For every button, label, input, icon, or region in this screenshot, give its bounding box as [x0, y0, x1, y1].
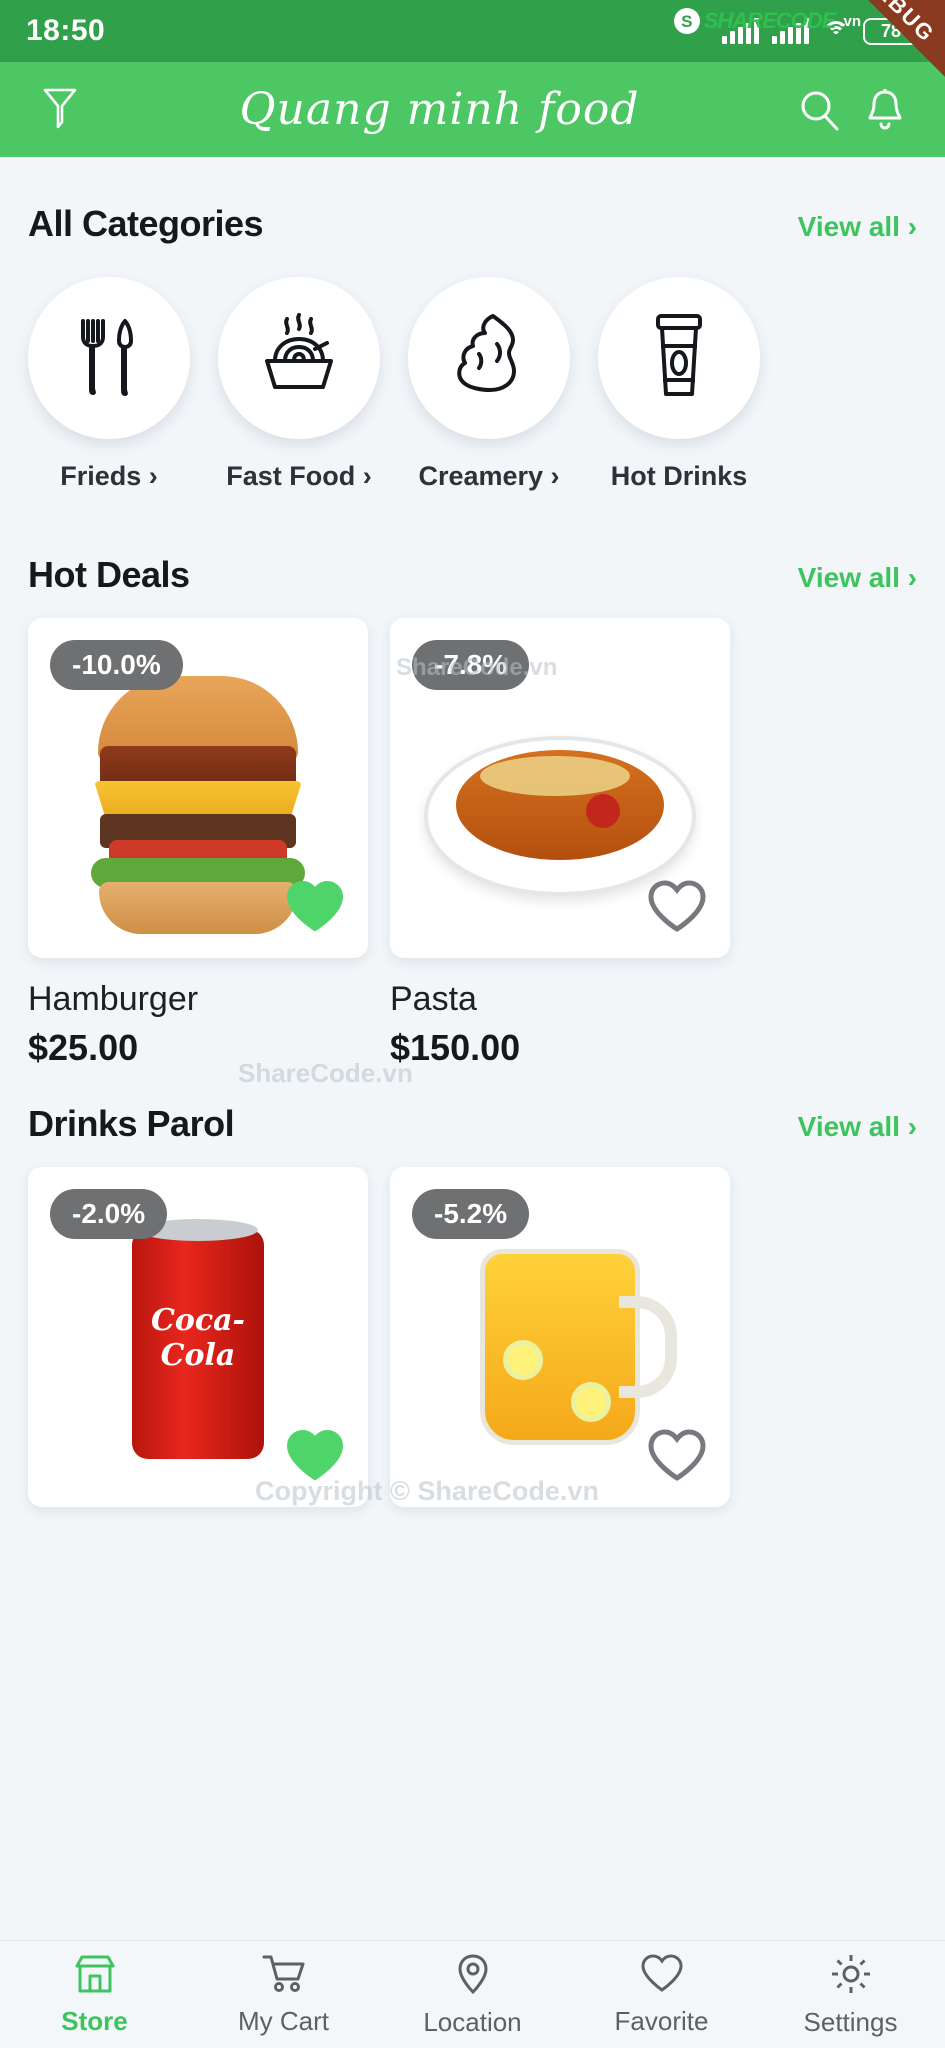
nav-label: Favorite	[614, 2005, 709, 2036]
heart-icon	[639, 1953, 685, 2000]
location-pin-icon	[454, 1952, 492, 2001]
ice-cream-swirl-icon	[449, 310, 529, 407]
bottom-navigation: Store My Cart Location Favorite Settings	[0, 1940, 945, 2048]
category-item-hot-drinks[interactable]: Hot Drinks	[598, 277, 760, 492]
cart-icon	[261, 1953, 307, 2000]
categories-scroller[interactable]: Frieds › Fast Food › Creamery › Hot Drin…	[0, 277, 945, 492]
product-card-coca-cola[interactable]: -2.0% Coca-Cola	[28, 1167, 368, 1507]
notification-bell-icon[interactable]	[857, 82, 913, 138]
category-icon-wrap	[28, 277, 190, 439]
section-title-hot-deals: Hot Deals	[28, 554, 190, 595]
status-bar: 18:50 78 S SHARECODE .vn DEBUG	[0, 0, 945, 90]
filter-funnel-icon[interactable]	[32, 82, 88, 138]
product-price: $150.00	[390, 1027, 521, 1068]
category-label: Frieds ›	[60, 461, 158, 491]
product-image-wrap: -7.8% ShareCode.vn	[390, 618, 730, 958]
discount-badge: -7.8%	[412, 640, 530, 690]
product-name: Pasta	[390, 980, 477, 1018]
nav-label: My Cart	[238, 2005, 329, 2036]
category-item-frieds[interactable]: Frieds ›	[28, 277, 190, 492]
sharecode-tld-text: .vn	[839, 12, 861, 30]
noodle-bowl-icon	[253, 311, 345, 406]
store-icon	[73, 1953, 117, 2000]
discount-badge: -2.0%	[50, 1189, 168, 1239]
view-all-hot-deals-link[interactable]: View all ›	[798, 562, 917, 594]
view-all-drinks-link[interactable]: View all ›	[798, 1111, 917, 1143]
status-time: 18:50	[26, 14, 106, 47]
category-icon-wrap	[598, 277, 760, 439]
category-item-fast-food[interactable]: Fast Food ›	[218, 277, 380, 492]
hot-deals-scroller[interactable]: -10.0% Hamburger $25.00 -7.8% ShareCode.…	[0, 618, 945, 1069]
section-title-drinks-parol: Drinks Parol	[28, 1103, 235, 1144]
coffee-cup-icon	[646, 310, 712, 407]
discount-badge: -10.0%	[50, 640, 183, 690]
discount-badge: -5.2%	[412, 1189, 530, 1239]
category-icon-wrap	[408, 277, 570, 439]
drinks-parol-scroller[interactable]: -2.0% Coca-Cola -5.2%	[0, 1167, 945, 1507]
search-icon[interactable]	[791, 82, 847, 138]
all-categories-header: All Categories View all ›	[0, 203, 945, 245]
category-label: Fast Food ›	[226, 461, 372, 491]
nav-item-store[interactable]: Store	[0, 1953, 189, 2037]
can-label: Coca-Cola	[150, 1303, 246, 1373]
fork-knife-icon	[72, 311, 146, 406]
product-card-hamburger[interactable]: -10.0% Hamburger $25.00	[28, 618, 368, 1069]
nav-label: Store	[61, 2005, 128, 2036]
nav-item-my-cart[interactable]: My Cart	[189, 1953, 378, 2037]
favorite-heart-icon[interactable]	[284, 1428, 346, 1489]
gear-icon	[829, 1952, 873, 2001]
product-image-wrap: -10.0%	[28, 618, 368, 958]
section-title-categories: All Categories	[28, 203, 264, 244]
sharecode-watermark-badge: S SHARECODE .vn	[673, 8, 861, 34]
favorite-heart-icon[interactable]	[646, 879, 708, 940]
nav-label: Settings	[803, 2006, 898, 2037]
product-card-juice[interactable]: -5.2%	[390, 1167, 730, 1507]
product-card-pasta[interactable]: -7.8% ShareCode.vn Pasta $150.00	[390, 618, 730, 1069]
sharecode-brand-text: SHARECODE	[703, 8, 837, 33]
category-label: Creamery ›	[418, 461, 560, 491]
page-title: Quang minh food	[239, 84, 640, 135]
favorite-heart-icon[interactable]	[284, 879, 346, 940]
category-icon-wrap	[218, 277, 380, 439]
nav-label: Location	[423, 2006, 522, 2037]
category-item-creamery[interactable]: Creamery ›	[408, 277, 570, 492]
nav-item-settings[interactable]: Settings	[756, 1952, 945, 2038]
product-name: Hamburger	[28, 980, 199, 1018]
app-bar: Quang minh food	[0, 62, 945, 157]
view-all-categories-link[interactable]: View all ›	[798, 211, 917, 243]
favorite-heart-icon[interactable]	[646, 1428, 708, 1489]
nav-item-location[interactable]: Location	[378, 1952, 567, 2038]
nav-item-favorite[interactable]: Favorite	[567, 1953, 756, 2037]
hot-deals-header: Hot Deals View all ›	[0, 554, 945, 596]
sharecode-logo-icon: S	[673, 8, 700, 34]
product-image-wrap: -2.0% Coca-Cola	[28, 1167, 368, 1507]
sharecode-logo-letter: S	[681, 11, 693, 31]
product-image-wrap: -5.2%	[390, 1167, 730, 1507]
category-label: Hot Drinks	[610, 461, 748, 491]
product-price: $25.00	[28, 1027, 139, 1068]
drinks-parol-header: Drinks Parol View all ›	[0, 1103, 945, 1145]
